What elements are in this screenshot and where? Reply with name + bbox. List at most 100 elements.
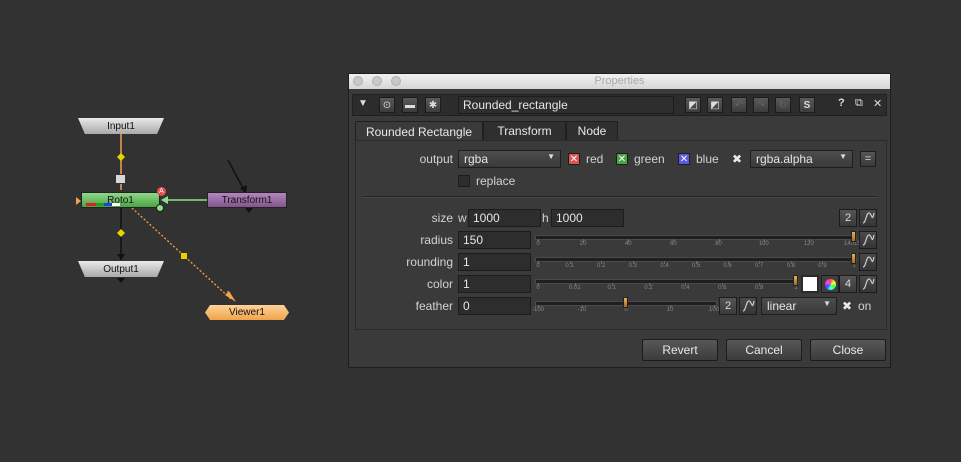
- alpha-channel-select[interactable]: rgba.alpha ▼: [750, 150, 853, 168]
- rounding-slider-thumb[interactable]: [851, 253, 856, 264]
- size-split-button[interactable]: 2: [839, 209, 857, 227]
- radius-slider-tick-label: 100: [758, 241, 769, 247]
- color-swatch-icon[interactable]: ◩: [685, 97, 701, 113]
- undo-icon[interactable]: ↶: [731, 97, 747, 113]
- replace-label: replace: [476, 174, 516, 188]
- tab-rounded-rectangle[interactable]: Rounded Rectangle: [355, 121, 483, 141]
- size-w-field[interactable]: 1000: [468, 209, 541, 227]
- color-wheel-icon[interactable]: [821, 275, 839, 293]
- channel-green-indicator: [96, 203, 104, 206]
- channel-green-checkbox[interactable]: ✕: [616, 153, 628, 165]
- node-roto1[interactable]: Roto1: [81, 192, 160, 208]
- equals-button[interactable]: =: [860, 151, 876, 167]
- node-input1[interactable]: Input1: [78, 118, 164, 134]
- output-select[interactable]: rgba ▼: [458, 150, 561, 168]
- feather-slider-tick-label: -10: [577, 307, 587, 313]
- channel-alpha-checkbox[interactable]: ✖: [731, 152, 743, 166]
- channel-blue-indicator: [104, 203, 112, 206]
- color-slider-tick-label: 0.4: [681, 285, 690, 291]
- rounding-animation-icon[interactable]: [859, 253, 877, 271]
- feather-field[interactable]: 0: [458, 297, 531, 315]
- properties-window: Properties ▼ ⊙ ▬ ✱ Rounded_rectangle ◩ ◩…: [348, 73, 891, 368]
- channel-green-label: green: [634, 152, 665, 166]
- feather-mode-value: linear: [767, 299, 797, 313]
- window-titlebar[interactable]: Properties: [349, 74, 890, 89]
- feather-on-checkbox[interactable]: ✖: [841, 299, 853, 313]
- revert-button[interactable]: Revert: [642, 339, 718, 361]
- roto-mask-input-icon[interactable]: [76, 197, 81, 205]
- input-dot-icon[interactable]: ⊙: [379, 97, 395, 113]
- node-viewer1[interactable]: Viewer1: [205, 305, 289, 320]
- channel-blue-checkbox[interactable]: ✕: [678, 153, 690, 165]
- node-output1[interactable]: Output1: [78, 261, 164, 277]
- color-swatch[interactable]: [801, 275, 819, 293]
- viewer-icon[interactable]: ▬: [402, 97, 418, 113]
- radius-slider-tick-label: 60: [670, 241, 677, 247]
- size-animation-icon[interactable]: [859, 209, 877, 227]
- size-w-label: w: [458, 211, 467, 225]
- radius-slider-tick-label: 0: [536, 241, 540, 247]
- radius-slider[interactable]: 0 20 40 60 80 100 120 140150: [535, 231, 864, 251]
- feather-slider-thumb[interactable]: [623, 297, 628, 308]
- radius-field[interactable]: 150: [458, 231, 531, 249]
- float-panel-icon[interactable]: ⧉: [855, 97, 863, 110]
- replace-checkbox[interactable]: [458, 175, 470, 187]
- node-graph-edges: [117, 134, 253, 302]
- feather-slider-tick-label: 10: [666, 307, 674, 313]
- node-transform1-label: Transform1: [221, 194, 273, 206]
- feather-slider-tick-label: -100: [531, 307, 545, 313]
- channel-red-indicator: [86, 203, 96, 206]
- node-output1-label: Output1: [103, 263, 139, 275]
- output-select-value: rgba: [464, 152, 489, 166]
- close-panel-icon[interactable]: ✕: [873, 97, 882, 110]
- revert-icon[interactable]: ↻: [775, 97, 791, 113]
- node-name-field[interactable]: Rounded_rectangle: [458, 96, 674, 114]
- rounding-slider[interactable]: 0 0.1 0.2 0.3 0.4 0.5 0.6 0.7 0.8 0.9 1: [535, 253, 857, 273]
- feather-animation-icon[interactable]: [739, 297, 757, 315]
- feather-slider[interactable]: -100 -10 0 10 100: [531, 297, 719, 317]
- channel-red-checkbox[interactable]: ✕: [568, 153, 580, 165]
- tab-transform-label: Transform: [497, 124, 552, 138]
- size-h-field[interactable]: 1000: [551, 209, 624, 227]
- color-field[interactable]: 1: [458, 275, 531, 293]
- node-transform1[interactable]: Transform1: [207, 192, 287, 208]
- tab-transform[interactable]: Transform: [483, 121, 566, 140]
- redo-icon[interactable]: ↷: [753, 97, 769, 113]
- radius-label: radius: [420, 233, 453, 247]
- color-swatch-2-icon[interactable]: ◩: [707, 97, 723, 113]
- color-slider-thumb[interactable]: [793, 275, 798, 286]
- rounding-field[interactable]: 1: [458, 253, 531, 271]
- tab-rounded-rectangle-label: Rounded Rectangle: [365, 124, 473, 139]
- radius-slider-tick-label: 80: [715, 241, 722, 247]
- wrench-icon[interactable]: ✱: [425, 97, 441, 113]
- rounding-slider-tick-label: 0.4: [660, 263, 669, 269]
- radius-slider-thumb[interactable]: [851, 231, 856, 242]
- rounding-slider-tick-label: 0.8: [786, 263, 795, 269]
- feather-mode-select[interactable]: linear ▼: [761, 297, 837, 315]
- chevron-down-icon: ▼: [839, 152, 847, 161]
- close-button[interactable]: Close: [810, 339, 886, 361]
- help-icon[interactable]: ?: [838, 97, 845, 109]
- tab-node[interactable]: Node: [566, 121, 618, 140]
- edge-into-transform: [227, 159, 245, 191]
- radius-animation-icon[interactable]: [859, 231, 877, 249]
- chevron-down-icon: ▼: [823, 299, 831, 308]
- viewer-input-number: 1: [226, 291, 230, 298]
- collapse-triangle-icon[interactable]: ▼: [358, 98, 368, 109]
- roto-output-dot-icon[interactable]: [156, 204, 164, 212]
- alpha-channel-select-value: rgba.alpha: [756, 152, 813, 166]
- cancel-button[interactable]: Cancel: [726, 339, 802, 361]
- rounding-slider-tick-label: 0.5: [691, 263, 701, 269]
- chevron-down-icon: ▼: [547, 152, 555, 161]
- section-divider: [363, 196, 877, 198]
- color-animation-icon[interactable]: [859, 275, 877, 293]
- node-graph[interactable]: Input1 Roto1 A Transform1 Output1 1 View…: [0, 0, 340, 462]
- script-button[interactable]: S: [799, 97, 815, 113]
- color-slider[interactable]: 0 0.01 0.1 0.2 0.4 0.6 0.8 1: [535, 275, 799, 295]
- feather-split-button[interactable]: 2: [719, 297, 737, 315]
- color-slider-tick-label: 0: [536, 285, 540, 291]
- feather-label: feather: [415, 299, 453, 313]
- color-channels-button[interactable]: 4: [839, 275, 857, 293]
- input-connector-icon[interactable]: [115, 174, 126, 184]
- rounding-slider-tick-label: 0.3: [628, 263, 637, 269]
